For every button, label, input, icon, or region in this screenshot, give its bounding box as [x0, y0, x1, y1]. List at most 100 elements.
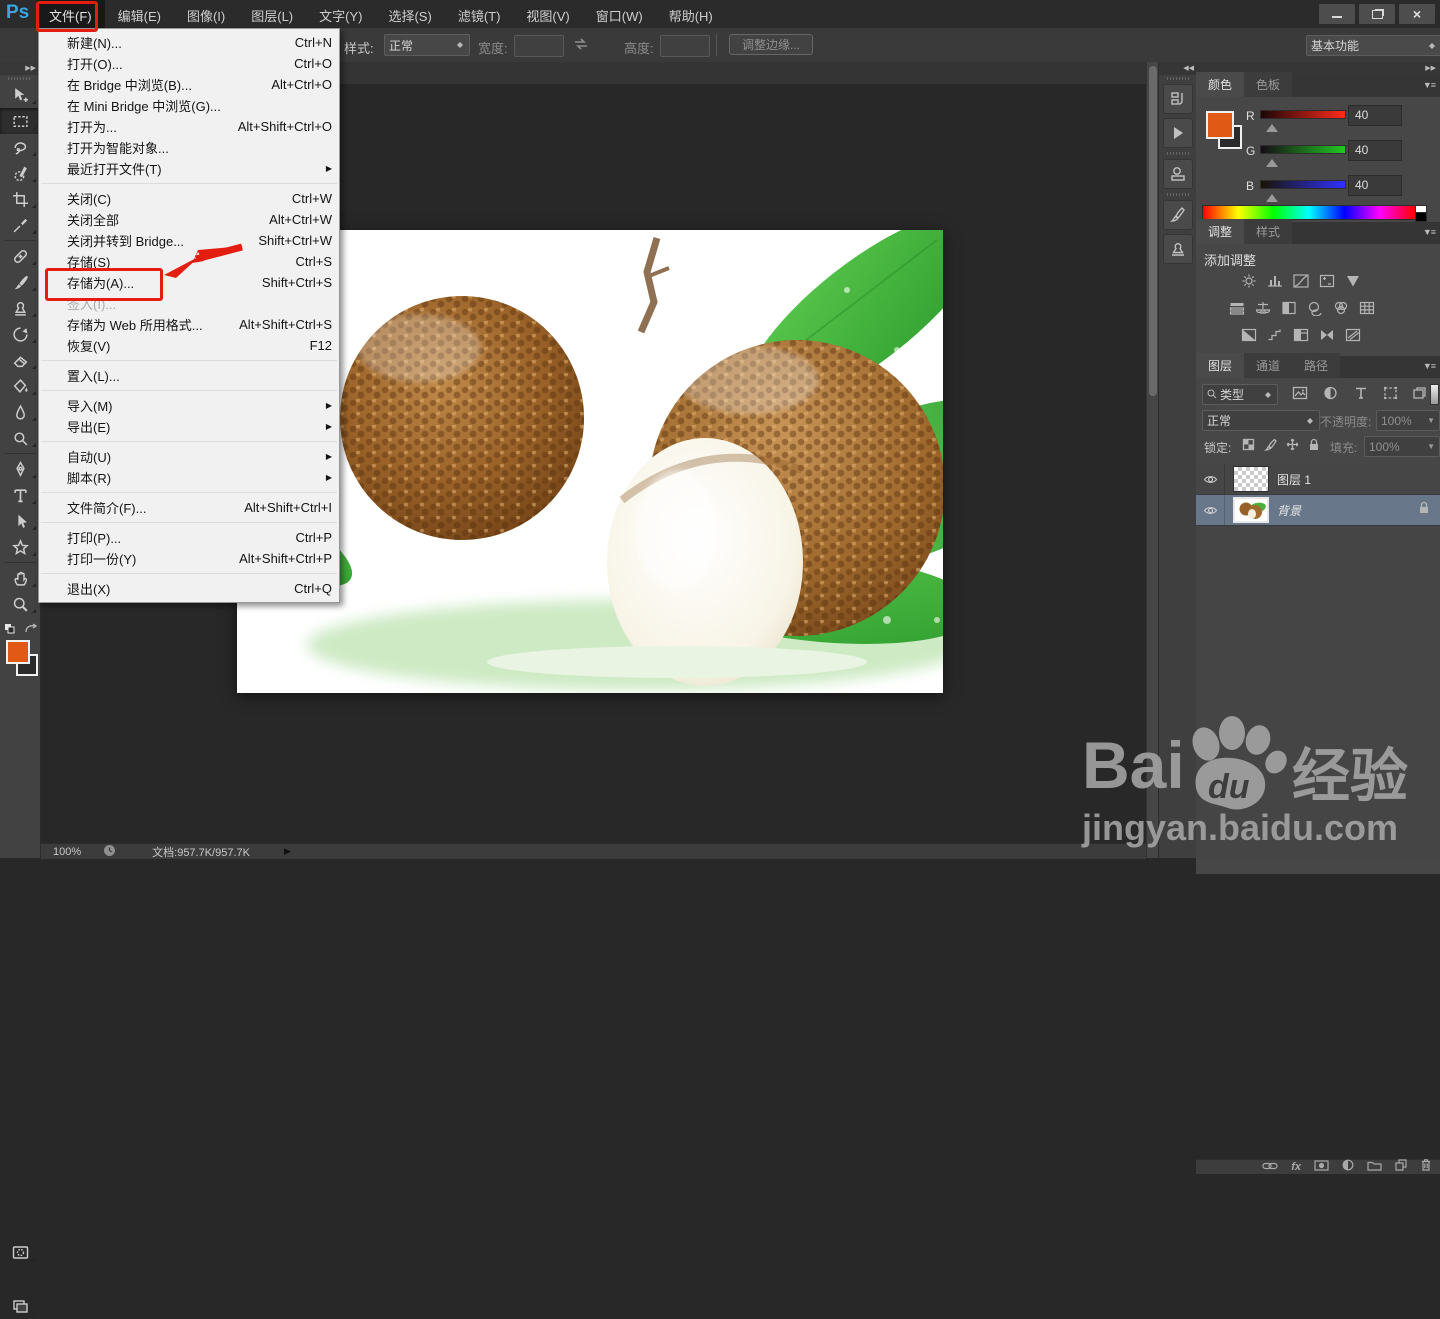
blend-mode-dropdown[interactable]: 正常 [1202, 410, 1320, 431]
menubar-item-5[interactable]: 选择(S) [375, 0, 444, 28]
file-menu-item-16[interactable]: 导入(M) ▶ [39, 395, 339, 416]
file-menu-item-14[interactable]: 恢复(V) F12 [39, 335, 339, 356]
new-adjustment-layer-icon[interactable] [1342, 1158, 1354, 1176]
move-tool[interactable] [0, 82, 40, 108]
foreground-color-swatch[interactable] [6, 640, 30, 664]
file-menu-item-21[interactable]: 打印(P)... Ctrl+P [39, 527, 339, 548]
color-spectrum-ramp[interactable] [1202, 205, 1416, 220]
workspace-switcher[interactable]: 基本功能 [1306, 35, 1440, 56]
height-input[interactable] [660, 35, 710, 57]
opacity-dropdown[interactable]: 100% ▼ [1376, 410, 1440, 431]
filter-type-layers-icon[interactable] [1354, 386, 1368, 405]
quick-mask-button[interactable] [0, 1239, 40, 1265]
channel-r-thumb[interactable] [1266, 118, 1278, 132]
link-layers-icon[interactable] [1262, 1158, 1278, 1176]
filter-smart-objects-icon[interactable] [1412, 386, 1427, 405]
layer-name[interactable]: 图层 1 [1277, 471, 1311, 488]
menubar-item-6[interactable]: 滤镜(T) [445, 0, 514, 28]
vibrance-icon[interactable] [1342, 272, 1364, 289]
foreground-color-well[interactable] [1206, 111, 1234, 139]
menubar-item-7[interactable]: 视图(V) [513, 0, 582, 28]
file-menu-item-18[interactable]: 自动(U) ▶ [39, 446, 339, 467]
file-menu-item-4[interactable]: 打开为... Alt+Shift+Ctrl+O [39, 116, 339, 137]
file-menu-item-15[interactable]: 置入(L)... [39, 365, 339, 386]
channel-g-thumb[interactable] [1266, 153, 1278, 167]
menubar-item-3[interactable]: 图层(L) [238, 0, 306, 28]
file-menu-item-13[interactable]: 存储为 Web 所用格式... Alt+Shift+Ctrl+S [39, 314, 339, 335]
file-menu-item-2[interactable]: 在 Bridge 中浏览(B)... Alt+Ctrl+O [39, 74, 339, 95]
tab-adjustments[interactable]: 调整 [1196, 219, 1245, 244]
history-brush-tool[interactable] [0, 321, 40, 347]
minimize-button[interactable] [1318, 3, 1356, 25]
status-flyout-icon[interactable]: ▶ [284, 846, 291, 857]
menubar-item-9[interactable]: 帮助(H) [656, 0, 726, 28]
lock-transparency-icon[interactable] [1242, 438, 1255, 456]
file-menu-item-22[interactable]: 打印一份(Y) Alt+Shift+Ctrl+P [39, 548, 339, 569]
file-menu-item-0[interactable]: 新建(N)... Ctrl+N [39, 32, 339, 53]
panel-menu-icon[interactable]: ▼≡ [1423, 80, 1436, 90]
properties-panel-button[interactable] [1163, 159, 1193, 189]
channel-b-value[interactable]: 40 [1348, 175, 1402, 196]
screen-mode-button[interactable] [0, 1293, 40, 1319]
brush-panel-button[interactable] [1163, 200, 1193, 230]
clone-stamp-tool[interactable] [0, 295, 40, 321]
layer-filter-dropdown[interactable]: 类型 [1202, 384, 1278, 405]
eraser-tool[interactable] [0, 347, 40, 373]
color-lookup-icon[interactable] [1356, 299, 1378, 316]
new-layer-icon[interactable] [1395, 1158, 1407, 1176]
lock-all-icon[interactable] [1308, 438, 1320, 456]
close-button[interactable]: × [1398, 3, 1436, 25]
file-menu-item-3[interactable]: 在 Mini Bridge 中浏览(G)... [39, 95, 339, 116]
layer-thumbnail[interactable] [1233, 497, 1269, 523]
tab-styles[interactable]: 样式 [1244, 219, 1293, 244]
filter-toggle[interactable] [1430, 384, 1439, 405]
scrollbar-thumb[interactable] [1149, 66, 1157, 396]
panel-menu-icon[interactable]: ▼≡ [1423, 227, 1436, 237]
layer-row-selected[interactable]: 背景 [1196, 495, 1440, 526]
lock-pixels-icon[interactable] [1263, 438, 1277, 456]
quick-selection-tool[interactable] [0, 160, 40, 186]
fill-dropdown[interactable]: 100% ▼ [1364, 436, 1440, 457]
tab-swatches[interactable]: 色板 [1244, 72, 1293, 97]
black-white-icon[interactable] [1278, 299, 1300, 316]
rectangular-marquee-tool[interactable] [0, 108, 40, 134]
paint-bucket-tool[interactable] [0, 373, 40, 399]
brightness-contrast-icon[interactable] [1238, 272, 1260, 289]
file-menu-item-6[interactable]: 最近打开文件(T) ▶ [39, 158, 339, 179]
visibility-toggle[interactable] [1196, 495, 1225, 525]
hue-saturation-icon[interactable] [1226, 299, 1248, 316]
layer-row[interactable]: 图层 1 [1196, 464, 1440, 495]
menubar-item-8[interactable]: 窗口(W) [583, 0, 656, 28]
new-group-icon[interactable] [1367, 1158, 1382, 1176]
file-menu-item-1[interactable]: 打开(O)... Ctrl+O [39, 53, 339, 74]
posterize-icon[interactable] [1264, 326, 1286, 343]
file-menu-item-8[interactable]: 关闭全部 Alt+Ctrl+W [39, 209, 339, 230]
crop-tool[interactable] [0, 186, 40, 212]
filter-adjustment-layers-icon[interactable] [1323, 386, 1338, 405]
filter-shape-layers-icon[interactable] [1383, 386, 1398, 405]
exposure-icon[interactable] [1316, 272, 1338, 289]
color-balance-icon[interactable] [1252, 299, 1274, 316]
channel-mixer-icon[interactable] [1330, 299, 1352, 316]
file-menu-item-20[interactable]: 文件简介(F)... Alt+Shift+Ctrl+I [39, 497, 339, 518]
width-input[interactable] [514, 35, 564, 57]
threshold-icon[interactable] [1290, 326, 1312, 343]
file-menu-item-7[interactable]: 关闭(C) Ctrl+W [39, 188, 339, 209]
tab-paths[interactable]: 路径 [1292, 353, 1341, 378]
channel-r-value[interactable]: 40 [1348, 105, 1402, 126]
visibility-toggle[interactable] [1196, 464, 1225, 494]
healing-brush-tool[interactable] [0, 243, 40, 269]
default-colors-icon[interactable] [4, 622, 16, 640]
spectrum-black-swatch[interactable] [1415, 212, 1427, 222]
filter-pixel-layers-icon[interactable] [1292, 386, 1308, 405]
levels-icon[interactable] [1264, 272, 1286, 289]
tab-channels[interactable]: 通道 [1244, 353, 1293, 378]
photo-filter-icon[interactable] [1304, 299, 1326, 316]
zoom-level[interactable]: 100% [53, 846, 81, 858]
dodge-tool[interactable] [0, 425, 40, 451]
document-image[interactable] [211, 212, 1003, 693]
invert-icon[interactable] [1238, 326, 1260, 343]
hand-tool[interactable] [0, 565, 40, 591]
file-menu-item-23[interactable]: 退出(X) Ctrl+Q [39, 578, 339, 599]
channel-g-value[interactable]: 40 [1348, 140, 1402, 161]
